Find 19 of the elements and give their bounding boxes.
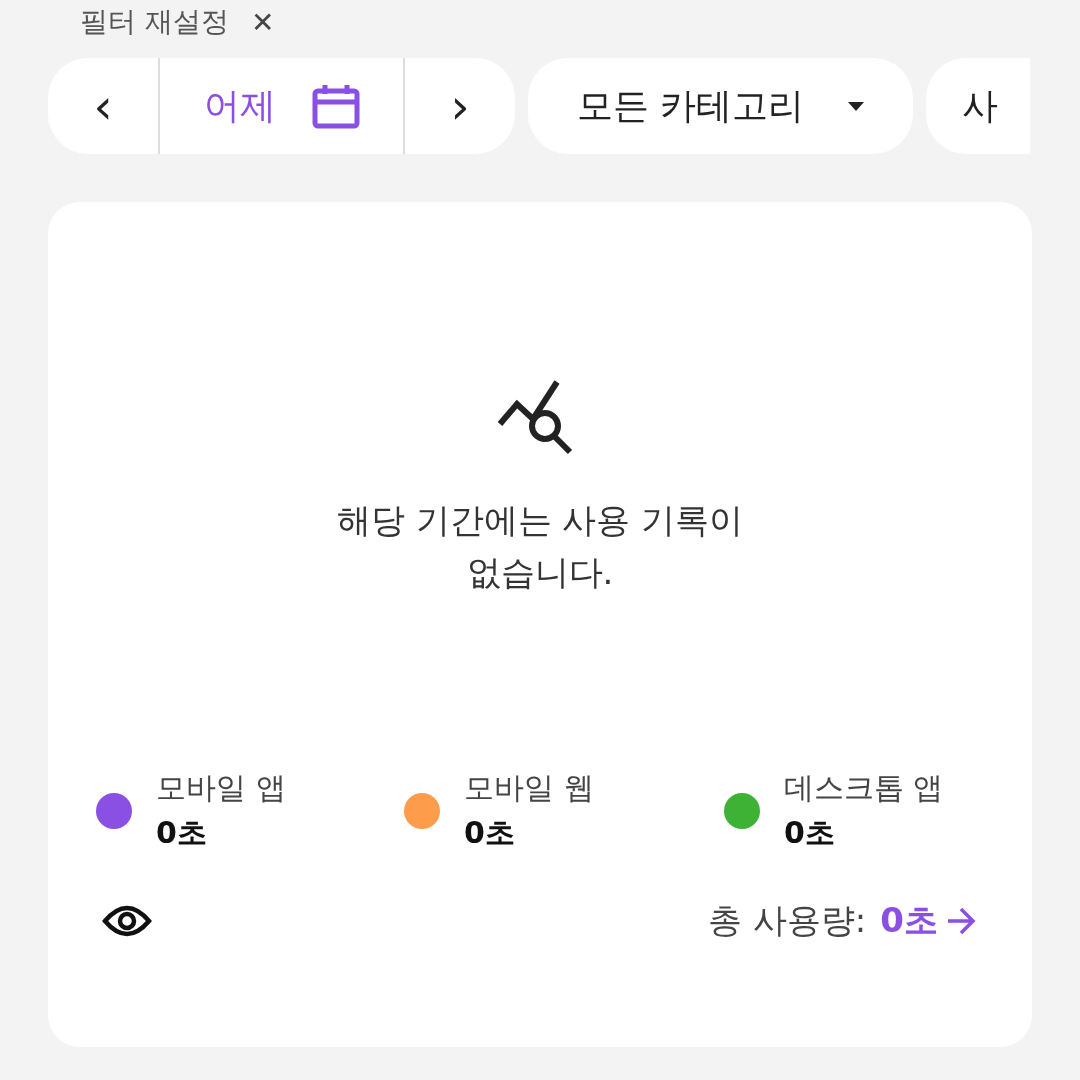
arrow-right-icon [946, 907, 976, 935]
date-button[interactable]: 어제 [158, 58, 405, 154]
filter-reset-link[interactable]: 필터 재설정 [80, 3, 229, 41]
legend-value: 0초 [783, 814, 836, 852]
eye-icon[interactable] [102, 903, 152, 939]
caret-icon [848, 101, 865, 111]
calendar-icon [311, 83, 360, 129]
legend-label: 모바일 앱 [156, 769, 286, 807]
legend-value: 0초 [464, 814, 516, 852]
legend-label: 모바일 웹 [464, 769, 594, 807]
empty-message: 해당 기간에는 사용 기록이 없습니다. [335, 499, 745, 594]
legend-value: 0초 [156, 814, 208, 852]
total-usage-link[interactable]: 총 사용량: 0초 [708, 898, 976, 944]
previous-button[interactable]: ‹ [48, 58, 158, 154]
next-button[interactable]: › [405, 58, 515, 154]
legend-label: 데스크톱 앱 [783, 769, 944, 807]
close-icon[interactable]: ✕ [250, 5, 275, 39]
category-dropdown[interactable]: 모든 카테고리 [528, 58, 913, 154]
usage-filter[interactable]: 사 [926, 58, 1030, 154]
